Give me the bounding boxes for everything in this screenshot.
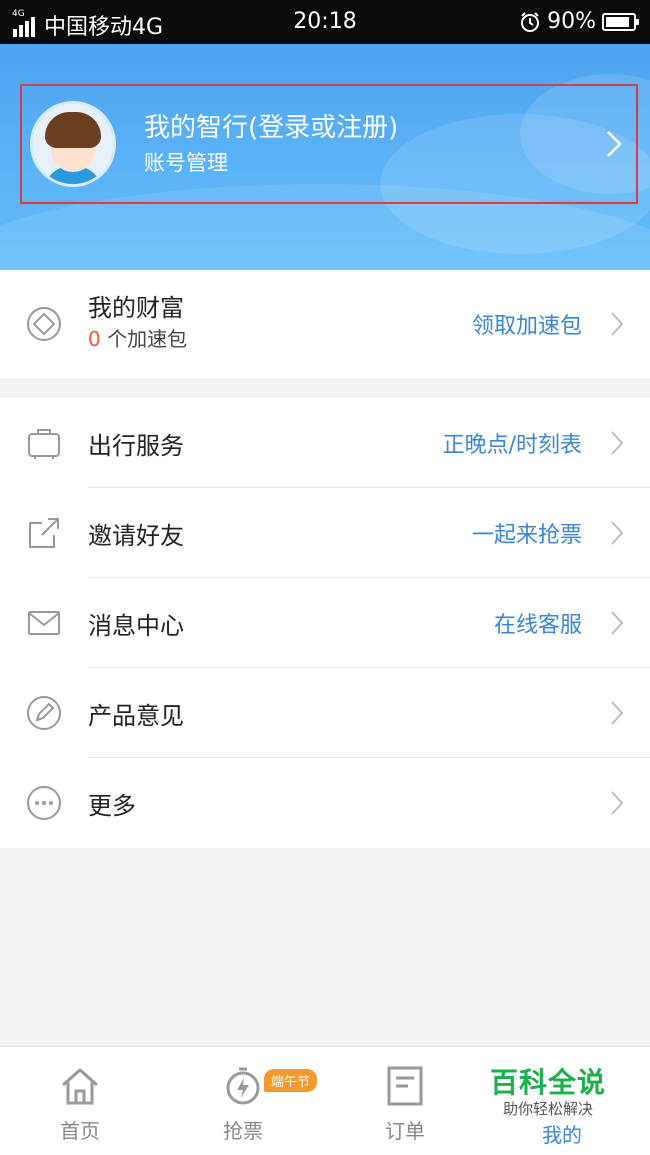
tab-label: 订单 <box>385 1119 425 1143</box>
chevron-right-icon <box>611 791 624 815</box>
menu-item-invite-friends[interactable]: 邀请好友 一起来抢票 <box>0 488 650 578</box>
booster-count-line: 0 个加速包 <box>88 324 187 354</box>
menu-item-product-feedback[interactable]: 产品意见 <box>0 668 650 758</box>
festival-badge: 端午节 <box>264 1069 318 1092</box>
chevron-right-icon <box>611 312 624 336</box>
more-icon <box>27 786 61 820</box>
home-icon <box>62 1067 98 1105</box>
battery-fill <box>606 16 630 27</box>
chevron-right-icon[interactable] <box>606 130 622 158</box>
bottom-tab-bar: 首页 抢票 端午节 订单 百科全说 助你轻松解决 我的 <box>0 1046 650 1155</box>
tab-mine[interactable]: 我的 <box>542 1119 582 1148</box>
wealth-row[interactable]: 我的财富 0 个加速包 领取加速包 <box>0 270 650 378</box>
watermark-logo: 百科全说 助你轻松解决 <box>478 1067 618 1119</box>
chevron-right-icon <box>611 611 624 635</box>
chevron-right-icon <box>611 521 624 545</box>
booster-count-suffix: 个加速包 <box>100 327 188 351</box>
pen-icon <box>27 696 61 730</box>
alarm-icon <box>521 11 540 32</box>
stopwatch-icon <box>226 1067 260 1105</box>
watermark-title: 百科全说 <box>489 1066 606 1099</box>
tab-home[interactable]: 首页 <box>20 1065 140 1144</box>
menu-item-label: 更多 <box>88 791 136 820</box>
wealth-section: 我的财富 0 个加速包 领取加速包 <box>0 270 650 378</box>
tab-label: 首页 <box>60 1119 100 1143</box>
tab-label: 抢票 <box>223 1119 263 1143</box>
battery-icon <box>602 12 639 31</box>
chevron-right-icon <box>611 431 624 455</box>
diamond-icon <box>27 307 61 341</box>
mail-icon <box>28 611 60 635</box>
wealth-texts: 我的财富 0 个加速包 <box>88 292 187 354</box>
wealth-title: 我的财富 <box>88 294 184 322</box>
menu-item-message-center[interactable]: 消息中心 在线客服 <box>0 578 650 668</box>
watermark-subtitle: 助你轻松解决 <box>502 1100 593 1118</box>
booster-count: 0 <box>88 327 101 351</box>
order-icon <box>387 1066 423 1106</box>
chevron-right-icon <box>611 701 624 725</box>
profile-card[interactable]: 我的智行(登录或注册) 账号管理 <box>20 84 638 204</box>
menu-item-label: 出行服务 <box>88 431 184 460</box>
menu-item-travel-service[interactable]: 出行服务 正晚点/时刻表 <box>0 398 650 488</box>
tab-orders[interactable]: 订单 <box>345 1065 465 1144</box>
menu-item-extra[interactable]: 在线客服 <box>494 607 582 639</box>
avatar[interactable] <box>30 101 116 187</box>
login-register-title[interactable]: 我的智行(登录或注册) <box>144 110 398 146</box>
claim-booster-link[interactable]: 领取加速包 <box>472 308 582 340</box>
share-icon <box>29 518 59 548</box>
menu-item-extra[interactable]: 一起来抢票 <box>472 517 582 549</box>
profile-texts: 我的智行(登录或注册) 账号管理 <box>144 110 398 178</box>
menu-section: 出行服务 正晚点/时刻表 邀请好友 一起来抢票 消息中心 在线客服 产品意见 更… <box>0 398 650 848</box>
luggage-icon <box>28 429 60 459</box>
menu-item-label: 产品意见 <box>88 701 184 730</box>
menu-item-label: 邀请好友 <box>88 521 184 550</box>
battery-percent: 90% <box>547 9 596 34</box>
account-management-label: 账号管理 <box>144 151 228 175</box>
menu-item-label: 消息中心 <box>88 611 184 640</box>
profile-header: 我的智行(登录或注册) 账号管理 <box>0 44 650 270</box>
menu-item-extra[interactable]: 正晚点/时刻表 <box>443 427 582 459</box>
status-bar: 4G 中国移动4G 20:18 90% <box>0 0 650 44</box>
menu-item-more[interactable]: 更多 <box>0 758 650 848</box>
status-right: 90% <box>519 9 639 34</box>
